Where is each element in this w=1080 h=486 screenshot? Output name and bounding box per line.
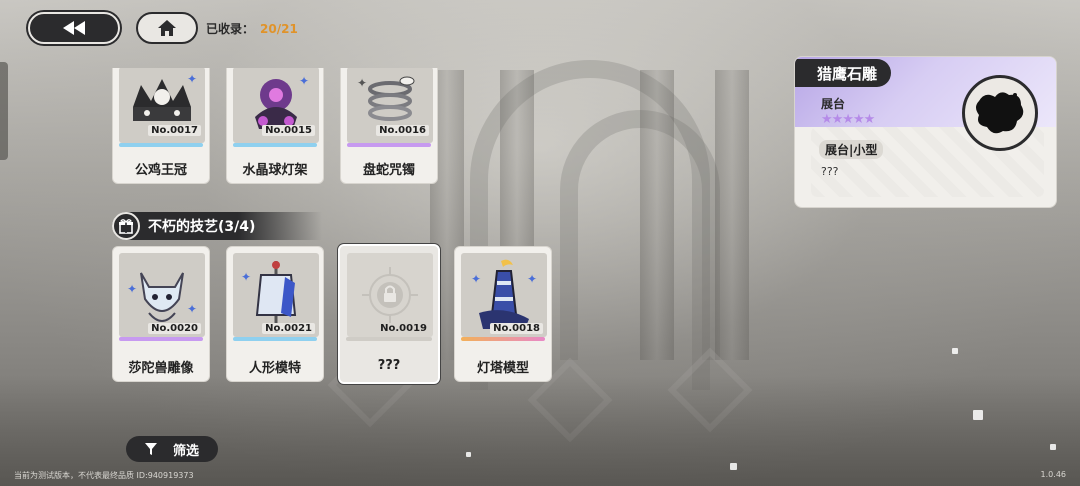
home-button[interactable] [136, 12, 198, 44]
svg-text:✦: ✦ [357, 76, 367, 90]
collection-card[interactable]: ✦ ✦ No.0018 灯塔模型 [454, 246, 552, 382]
collection-card-locked[interactable]: No.0019 ??? [338, 244, 440, 384]
rarity-bar [346, 337, 432, 341]
side-drawer-handle[interactable] [0, 62, 8, 160]
item-portrait [962, 75, 1038, 151]
svg-text:✦: ✦ [187, 72, 197, 86]
collection-card[interactable]: ✦ No.0016 盘蛇咒镯 [340, 68, 438, 184]
detail-description: ??? [821, 165, 839, 178]
item-number: No.0018 [490, 323, 543, 334]
filter-icon [144, 443, 157, 455]
back-button[interactable] [28, 12, 120, 44]
rarity-bar [233, 337, 317, 341]
item-name: 水晶球灯架 [242, 163, 308, 178]
rarity-bar [347, 143, 431, 147]
collected-label: 已收录： [206, 22, 255, 36]
detail-tag: 展台|小型 [819, 140, 884, 159]
rewind-back-icon [63, 21, 85, 35]
falcon-silhouette-icon [976, 92, 1024, 134]
item-name: 盘蛇咒镯 [362, 163, 415, 178]
section-title: 不朽的技艺(3/4) [148, 219, 256, 235]
filter-button[interactable]: 筛选 [126, 436, 218, 462]
collection-card[interactable]: ✦ ✦ No.0020 莎陀兽雕像 [112, 246, 210, 382]
item-number: No.0019 [377, 323, 430, 334]
item-name: 公鸡王冠 [134, 163, 187, 178]
item-number: No.0020 [148, 323, 201, 334]
svg-text:✦: ✦ [527, 272, 537, 286]
item-name: ??? [377, 358, 401, 373]
item-name: 灯塔模型 [476, 361, 529, 376]
svg-text:✦: ✦ [299, 74, 309, 88]
collection-progress: 已收录： 20/21 [206, 20, 298, 37]
collection-card[interactable]: ✦ No.0015 水晶球灯架 [226, 68, 324, 184]
item-number: No.0015 [262, 125, 315, 136]
item-number: No.0021 [262, 323, 315, 334]
item-detail-panel: 猎鹰石雕 展台 ★★★★★ 展台|小型 ??? [794, 56, 1057, 208]
rarity-stars: ★★★★★ [821, 112, 875, 127]
collection-card[interactable]: ✦ No.0021 人形模特 [226, 246, 324, 382]
svg-text:✦: ✦ [127, 282, 137, 296]
rarity-bar [119, 143, 203, 147]
home-icon [158, 20, 176, 36]
item-number: No.0017 [148, 125, 201, 136]
svg-text:✦: ✦ [471, 272, 481, 286]
rarity-bar [119, 337, 203, 341]
item-number: No.0016 [376, 125, 429, 136]
svg-text:✦: ✦ [187, 302, 197, 316]
collection-card[interactable]: ✦ No.0017 公鸡王冠 [112, 68, 210, 184]
gift-icon [112, 212, 140, 240]
version-notice: 当前为测试版本，不代表最终品质 ID:940919373 [14, 471, 194, 480]
detail-category: 展台 [821, 97, 846, 111]
svg-text:✦: ✦ [241, 270, 251, 284]
rarity-bar [233, 143, 317, 147]
item-name: 人形模特 [248, 361, 301, 376]
item-name: 莎陀兽雕像 [128, 361, 194, 376]
collected-value: 20/21 [260, 22, 298, 36]
version-number: 1.0.46 [1040, 470, 1066, 479]
detail-title: 猎鹰石雕 [795, 59, 892, 87]
section-header: 不朽的技艺(3/4) [112, 212, 322, 240]
filter-label: 筛选 [172, 443, 199, 459]
rarity-bar [461, 337, 545, 341]
